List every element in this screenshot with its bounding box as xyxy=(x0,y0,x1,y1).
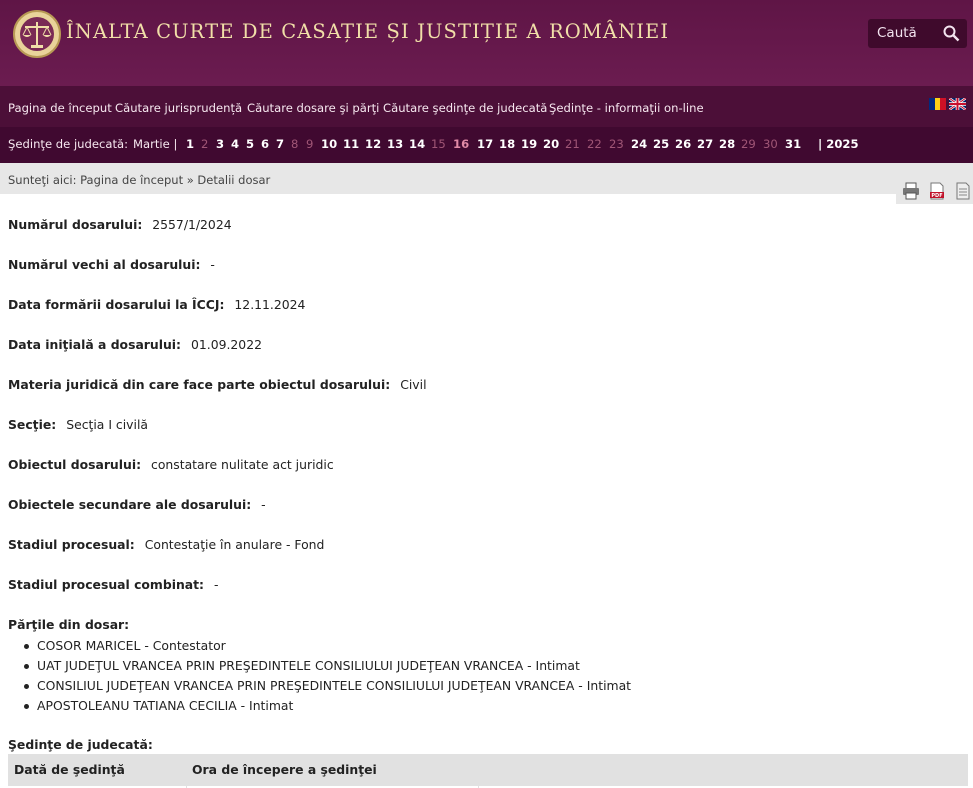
calendar-day[interactable]: 25 xyxy=(653,137,669,151)
calendar-day-current[interactable]: 16 xyxy=(453,137,469,151)
nav-hearings-search[interactable]: Căutare şedinţe de judecată xyxy=(383,101,547,115)
breadcrumb[interactable]: Sunteţi aici: Pagina de început » Detali… xyxy=(8,173,270,187)
calendar-day[interactable]: 14 xyxy=(409,137,425,151)
nav-hearings-online[interactable]: Şedinţe - informaţii on-line xyxy=(549,101,704,115)
list-item: APOSTOLEANU TATIANA CECILIA - Intimat xyxy=(23,696,631,716)
column-header-date[interactable]: Dată de şedinţă xyxy=(8,754,186,785)
calendar-day: 22 xyxy=(587,137,602,151)
hearings-calendar: Şedinţe de judecată: Martie | 1 2 3 4 5 … xyxy=(0,127,973,163)
nav-case-law-search[interactable]: Căutare jurisprudență xyxy=(115,101,242,115)
calendar-day[interactable]: 3 xyxy=(216,137,224,151)
calendar-day[interactable]: 10 xyxy=(321,137,337,151)
calendar-month[interactable]: Martie | xyxy=(133,137,177,151)
site-title[interactable]: ÎNALTA CURTE DE CASAȚIE ȘI JUSTIȚIE A RO… xyxy=(66,20,669,43)
site-header: ÎNALTA CURTE DE CASAȚIE ȘI JUSTIȚIE A RO… xyxy=(0,0,973,86)
calendar-day[interactable]: 24 xyxy=(631,137,647,151)
print-icon[interactable] xyxy=(902,182,920,200)
calendar-day: 15 xyxy=(431,137,446,151)
calendar-day[interactable]: 4 xyxy=(231,137,239,151)
calendar-day[interactable]: 11 xyxy=(343,137,359,151)
calendar-day[interactable]: 28 xyxy=(719,137,735,151)
parties-heading: Părţile din dosar: xyxy=(8,617,130,632)
procedural-stage: Stadiul procesual: Contestaţie în anulare… xyxy=(8,537,325,552)
calendar-label: Şedinţe de judecată: xyxy=(8,137,129,151)
search-box[interactable]: Caută xyxy=(868,19,967,48)
legal-matter: Materia juridică din care face parte obi… xyxy=(8,377,427,392)
court-scales-logo-icon[interactable] xyxy=(12,9,62,59)
pdf-icon[interactable]: PDF xyxy=(928,182,946,200)
main-nav: Pagina de început Căutare jurisprudență … xyxy=(0,86,973,127)
column-header-extra xyxy=(478,754,968,785)
romanian-flag-icon[interactable] xyxy=(929,98,946,110)
list-item: COSOR MARICEL - Contestator xyxy=(23,636,631,656)
case-formation-date: Data formării dosarului la ÎCCJ: 12.11.20… xyxy=(8,297,306,312)
calendar-day[interactable]: 18 xyxy=(499,137,515,151)
uk-flag-icon[interactable] xyxy=(949,98,966,110)
calendar-day: 9 xyxy=(306,137,314,151)
combined-procedural-stage: Stadiul procesual combinat: - xyxy=(8,577,219,592)
hearings-heading: Şedinţe de judecată: xyxy=(8,737,153,752)
page-tools: PDF xyxy=(896,178,973,204)
secondary-objects: Obiectele secundare ale dosarului: - xyxy=(8,497,266,512)
case-object: Obiectul dosarului: constatare nulitate a… xyxy=(8,457,334,472)
calendar-day[interactable]: 12 xyxy=(365,137,381,151)
calendar-day[interactable]: 27 xyxy=(697,137,713,151)
calendar-day[interactable]: 7 xyxy=(276,137,284,151)
calendar-year[interactable]: | 2025 xyxy=(818,137,859,151)
calendar-day[interactable]: 13 xyxy=(387,137,403,151)
parties-list: COSOR MARICEL - Contestator UAT JUDEŢUL … xyxy=(23,636,631,716)
section: Secţie: Secţia I civilă xyxy=(8,417,148,432)
case-initial-date: Data iniţială a dosarului: 01.09.2022 xyxy=(8,337,262,352)
nav-home[interactable]: Pagina de început xyxy=(8,101,112,115)
search-icon[interactable] xyxy=(943,25,960,42)
nav-case-search[interactable]: Căutare dosare şi părţi xyxy=(247,101,379,115)
calendar-day[interactable]: 17 xyxy=(477,137,493,151)
list-item: CONSILIUL JUDEŢEAN VRANCEA PRIN PREŞEDIN… xyxy=(23,676,631,696)
calendar-day[interactable]: 5 xyxy=(246,137,254,151)
calendar-day[interactable]: 1 xyxy=(186,137,194,151)
list-item: UAT JUDEŢUL VRANCEA PRIN PREŞEDINTELE CO… xyxy=(23,656,631,676)
calendar-day: 8 xyxy=(291,137,299,151)
calendar-day: 29 xyxy=(741,137,756,151)
calendar-day: 2 xyxy=(201,137,209,151)
calendar-day[interactable]: 19 xyxy=(521,137,537,151)
calendar-day[interactable]: 26 xyxy=(675,137,691,151)
calendar-day[interactable]: 6 xyxy=(261,137,269,151)
case-number: Numărul dosarului: 2557/1/2024 xyxy=(8,217,232,232)
calendar-day: 21 xyxy=(565,137,580,151)
column-header-start-time[interactable]: Ora de începere a şedinţei xyxy=(186,754,478,785)
calendar-day: 23 xyxy=(609,137,624,151)
old-case-number: Numărul vechi al dosarului: - xyxy=(8,257,215,272)
svg-text:PDF: PDF xyxy=(931,193,942,199)
breadcrumb-bar: Sunteţi aici: Pagina de început » Detali… xyxy=(0,163,973,194)
calendar-day[interactable]: 31 xyxy=(785,137,801,151)
calendar-day[interactable]: 20 xyxy=(543,137,559,151)
calendar-day: 30 xyxy=(763,137,778,151)
hearings-table: Dată de şedinţă Ora de începere a şedinţ… xyxy=(8,754,968,788)
document-icon[interactable] xyxy=(954,182,972,200)
search-input[interactable]: Caută xyxy=(877,25,917,41)
